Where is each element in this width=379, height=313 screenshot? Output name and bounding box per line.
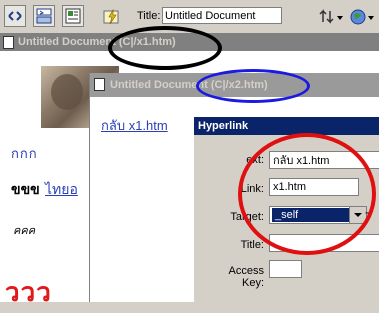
design-view-button[interactable] [62, 5, 84, 27]
thai-link[interactable]: ไทยอ [45, 179, 78, 201]
document-icon [94, 78, 105, 91]
thai-text-red-large: ววว [5, 278, 52, 308]
code-view-button[interactable] [4, 5, 26, 27]
t-label-cut: T [365, 211, 372, 223]
up-down-arrows-icon [319, 9, 343, 24]
window-title: Untitled Document (C|/x2.htm) [110, 79, 268, 91]
globe-icon [350, 9, 374, 25]
thai-text-bold: ขขข [11, 182, 40, 198]
document-icon [3, 36, 14, 49]
link-field[interactable] [269, 178, 359, 196]
lightning-icon [103, 8, 119, 25]
dialog-title: Hyperlink [194, 117, 379, 135]
window-title-bar[interactable]: Untitled Document (C|/x1.htm) [0, 34, 379, 51]
title-label: Title: [240, 239, 264, 251]
title-input[interactable] [162, 7, 282, 24]
hyperlink-dialog: Hyperlink ext: Link: Target: _self T Tit… [193, 117, 379, 302]
code-view-icon [8, 11, 22, 21]
split-view-icon [36, 8, 52, 24]
title-label: Title: [137, 10, 161, 22]
window-title-bar[interactable]: Untitled Document (C|/x2.htm) [90, 73, 379, 97]
design-view-icon [65, 8, 81, 24]
title-field[interactable] [269, 234, 379, 252]
image-detail [51, 74, 83, 110]
window-title: Untitled Document (C|/x1.htm) [18, 36, 176, 48]
text-label: ext: [246, 154, 264, 166]
live-data-button[interactable] [100, 5, 122, 27]
split-view-button[interactable] [33, 5, 55, 27]
link-label: Link: [240, 183, 264, 195]
target-label: Target: [230, 211, 264, 223]
file-management-button[interactable] [318, 7, 346, 27]
access-key-field[interactable] [269, 260, 302, 278]
back-link[interactable]: กลับ x1.htm [101, 115, 168, 136]
access-key-label: Access Key: [228, 265, 264, 289]
thai-text-italic: คคค [13, 225, 36, 237]
text-field[interactable] [269, 151, 379, 169]
preview-browser-button[interactable] [349, 7, 377, 27]
toolbar: Title: [0, 0, 379, 34]
thai-text-small: กกก [11, 146, 38, 161]
